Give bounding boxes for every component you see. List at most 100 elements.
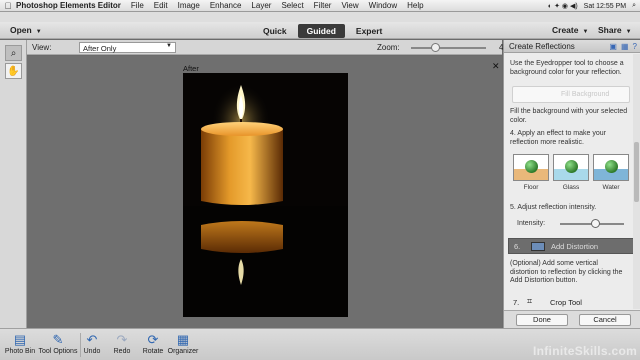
mode-tabs: Quick Guided Expert	[254, 24, 391, 38]
undo-label: Undo	[83, 348, 101, 355]
hand-tool-icon[interactable]: ✋	[5, 63, 22, 79]
floor-effect-thumbnail	[513, 154, 549, 181]
rotate-button[interactable]: ⟳ Rotate	[140, 331, 166, 355]
candle-reflection-image	[183, 83, 348, 317]
panel-grid-icon[interactable]: ▦	[621, 42, 629, 51]
help-icon[interactable]: ?	[633, 42, 637, 51]
step4-instruction: 4. Apply an effect to make your reflecti…	[510, 130, 606, 146]
zoom-slider-handle[interactable]	[431, 43, 440, 52]
menu-layer[interactable]: Layer	[251, 1, 271, 10]
rotate-icon: ⟳	[147, 332, 159, 347]
photo-bin-button[interactable]: ▤ Photo Bin	[4, 331, 36, 355]
chevron-down-icon: ▼	[582, 29, 589, 35]
after-label: After	[183, 64, 199, 73]
crop-tool-label: Crop Tool	[550, 298, 582, 307]
intensity-label: Intensity:	[517, 220, 546, 227]
apple-icon[interactable]: 	[0, 1, 16, 11]
candle-photo[interactable]	[183, 73, 348, 317]
menu-file[interactable]: File	[131, 1, 144, 10]
menu-view[interactable]: View	[341, 1, 358, 10]
watermark: InfiniteSkills.com	[533, 344, 638, 358]
organizer-icon: ▦	[176, 332, 190, 347]
spotlight-icon[interactable]: ⌕	[632, 2, 636, 10]
tool-options-icon: ✎	[52, 332, 64, 347]
ball-icon	[565, 160, 578, 173]
crop-icon: ⌗	[527, 296, 533, 306]
distortion-instruction: (Optional) Add some vertical distortion …	[510, 260, 623, 284]
add-distortion-button[interactable]: 6. Add Distortion	[508, 238, 636, 254]
create-label: Create	[552, 25, 579, 35]
fill-background-button[interactable]: Fill Background	[512, 86, 630, 103]
cancel-button[interactable]: Cancel	[579, 314, 631, 326]
chevron-down-icon: ▼	[35, 29, 42, 35]
menubar-status-area: ◐ ✦ ◉ ◀) Sat 12:55 PM ⌕	[548, 0, 636, 12]
step6-number: 6.	[514, 242, 521, 251]
divider	[80, 333, 81, 357]
water-effect-thumbnail	[593, 154, 629, 181]
tab-guided[interactable]: Guided	[297, 24, 345, 38]
photo-bin-icon: ▤	[13, 332, 27, 347]
titlebar-strip	[0, 12, 640, 22]
done-button[interactable]: Done	[516, 314, 568, 326]
view-select[interactable]: After Only ▼	[79, 42, 176, 53]
organizer-button[interactable]: ▦ Organizer	[166, 331, 200, 355]
mac-menubar:  Photoshop Elements Editor File Edit Im…	[0, 0, 640, 12]
menu-filter[interactable]: Filter	[314, 1, 332, 10]
glass-effect-thumbnail	[553, 154, 589, 181]
ball-icon	[605, 160, 618, 173]
guided-edit-panel: Create Reflections ▣ ▦ ? Use the Eyedrop…	[503, 40, 640, 328]
menu-select[interactable]: Select	[281, 1, 303, 10]
close-icon[interactable]: ✕	[492, 61, 500, 72]
tool-options-label: Tool Options	[38, 348, 78, 355]
zoom-slider-track[interactable]	[411, 47, 486, 49]
share-button[interactable]: Share ▼	[598, 25, 632, 35]
redo-label: Redo	[113, 348, 131, 355]
share-label: Share	[598, 25, 622, 35]
open-button[interactable]: Open ▼	[10, 25, 42, 35]
step5-instruction: 5. Adjust reflection intensity.	[510, 204, 597, 211]
distortion-icon	[531, 242, 545, 251]
step7-number: 7.	[513, 298, 520, 307]
effect-water[interactable]: Water	[593, 154, 629, 191]
panel-scrollbar[interactable]	[633, 54, 640, 309]
redo-button[interactable]: ↷ Redo	[112, 331, 132, 355]
chevron-down-icon: ▼	[166, 43, 172, 49]
zoom-tool-icon[interactable]: ⌕	[5, 45, 22, 61]
menu-edit[interactable]: Edit	[154, 1, 168, 10]
ball-icon	[525, 160, 538, 173]
menu-image[interactable]: Image	[178, 1, 200, 10]
panel-menu-icon[interactable]: ▣	[609, 42, 617, 51]
view-label: View:	[32, 43, 52, 52]
menu-enhance[interactable]: Enhance	[210, 1, 242, 10]
tool-options-button[interactable]: ✎ Tool Options	[38, 331, 78, 355]
effect-floor[interactable]: Floor	[513, 154, 549, 191]
menubar-clock[interactable]: Sat 12:55 PM	[584, 3, 626, 10]
crop-tool-button[interactable]: 7. ⌗ Crop Tool	[508, 295, 636, 309]
menu-help[interactable]: Help	[407, 1, 423, 10]
app-topbar: Open ▼ Quick Guided Expert Create ▼ Share ▼	[0, 22, 640, 39]
open-label: Open	[10, 25, 32, 35]
create-button[interactable]: Create ▼	[552, 25, 588, 35]
effect-glass[interactable]: Glass	[553, 154, 589, 191]
app-name-menu[interactable]: Photoshop Elements Editor	[16, 1, 121, 10]
tool-strip: ⌕ ✋	[0, 40, 27, 328]
status-icons[interactable]: ◐ ✦ ◉ ◀)	[548, 2, 578, 10]
tab-expert[interactable]: Expert	[347, 24, 391, 38]
panel-header-icons: ▣ ▦ ?	[609, 42, 637, 51]
undo-button[interactable]: ↶ Undo	[82, 331, 102, 355]
effect-glass-label: Glass	[562, 184, 580, 191]
view-options-bar: View: After Only ▼ Zoom: 41%	[27, 40, 515, 55]
fill-background-label: Fill Background	[561, 91, 610, 98]
effect-floor-label: Floor	[523, 184, 539, 191]
tab-quick[interactable]: Quick	[254, 24, 296, 38]
photo-bin-label: Photo Bin	[4, 348, 36, 355]
menu-window[interactable]: Window	[369, 1, 397, 10]
add-distortion-label: Add Distortion	[551, 242, 599, 251]
panel-scroll-thumb[interactable]	[634, 142, 639, 202]
rotate-label: Rotate	[142, 348, 164, 355]
panel-title: Create Reflections	[509, 42, 575, 51]
zoom-label: Zoom:	[377, 43, 400, 52]
intensity-slider-handle[interactable]	[591, 219, 601, 228]
fill-instruction: Fill the background with your selected c…	[510, 108, 628, 124]
undo-icon: ↶	[86, 332, 98, 347]
